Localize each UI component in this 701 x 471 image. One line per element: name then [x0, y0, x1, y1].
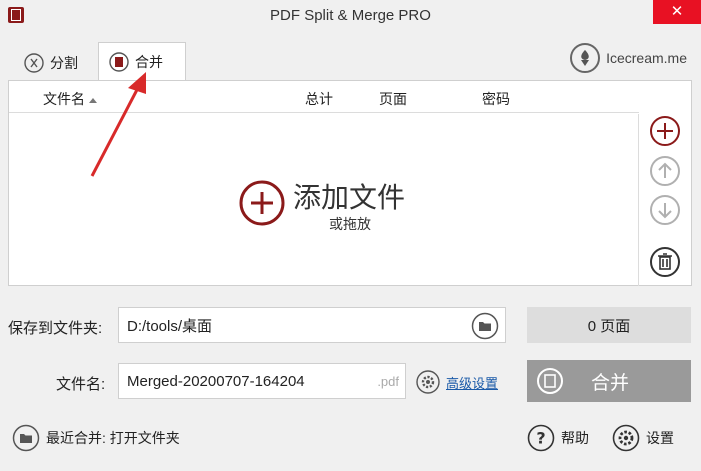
filename-value: Merged-20200707-164204	[127, 372, 305, 390]
folder-icon	[12, 424, 40, 452]
book-icon	[109, 52, 129, 72]
advanced-settings-label[interactable]: 高级设置	[446, 373, 498, 392]
page-count-display: 0 页面	[527, 307, 691, 343]
tab-merge[interactable]: 合并	[98, 42, 186, 81]
help-button[interactable]: ? 帮助	[527, 424, 589, 452]
gear-icon	[416, 370, 440, 394]
book-icon	[537, 368, 563, 394]
recent-merge-label: 最近合并: 打开文件夹	[46, 430, 180, 446]
window-title: PDF Split & Merge PRO	[270, 7, 431, 24]
column-header-pages[interactable]: 页面	[379, 89, 407, 109]
file-list-panel: 文件名 总计 页面 密码 添加文件 或拖放	[8, 80, 692, 286]
column-name-label: 文件名	[43, 91, 85, 107]
file-extension: .pdf	[377, 373, 399, 389]
merge-button-label: 合并	[590, 372, 629, 394]
merge-button[interactable]: 合并	[527, 360, 691, 402]
scissors-icon	[24, 53, 44, 73]
trash-icon[interactable]	[649, 246, 681, 278]
add-file-icon[interactable]	[239, 180, 285, 226]
advanced-settings-link[interactable]: 高级设置	[416, 370, 498, 394]
gear-icon	[612, 424, 640, 452]
icecream-brand-link[interactable]: Icecream.me	[570, 43, 687, 73]
settings-label: 设置	[646, 430, 674, 446]
tab-merge-label: 合并	[135, 54, 163, 70]
svg-text:?: ?	[536, 429, 545, 448]
save-folder-path: D:/tools/桌面	[127, 317, 213, 335]
tab-split[interactable]: 分割	[14, 46, 88, 80]
move-down-icon[interactable]	[649, 194, 681, 226]
brand-label: Icecream.me	[606, 50, 687, 66]
save-folder-label: 保存到文件夹:	[8, 320, 103, 337]
column-header-password[interactable]: 密码	[482, 89, 510, 109]
help-label: 帮助	[561, 430, 589, 446]
column-header-name[interactable]: 文件名	[43, 89, 97, 109]
tab-split-label: 分割	[50, 55, 78, 71]
add-file-title[interactable]: 添加文件	[293, 176, 405, 216]
title-bar: PDF Split & Merge PRO ✕	[0, 0, 701, 32]
save-folder-field[interactable]: D:/tools/桌面	[118, 307, 506, 343]
icecream-logo-icon	[570, 43, 601, 73]
filename-field[interactable]: Merged-20200707-164204 .pdf	[118, 363, 406, 399]
add-icon[interactable]	[649, 115, 681, 147]
settings-button[interactable]: 设置	[612, 424, 674, 452]
sort-ascending-icon	[89, 97, 97, 103]
drop-zone[interactable]: 添加文件 或拖放	[9, 114, 639, 286]
recent-merge-link[interactable]: 最近合并: 打开文件夹	[12, 424, 180, 452]
browse-folder-icon[interactable]	[471, 312, 499, 340]
help-icon: ?	[527, 424, 555, 452]
column-header-total[interactable]: 总计	[305, 89, 333, 109]
table-header: 文件名 总计 页面 密码	[9, 81, 639, 113]
drag-drop-hint: 或拖放	[329, 216, 371, 232]
filename-label: 文件名:	[56, 376, 106, 393]
move-up-icon[interactable]	[649, 155, 681, 187]
close-button[interactable]: ✕	[653, 0, 701, 24]
